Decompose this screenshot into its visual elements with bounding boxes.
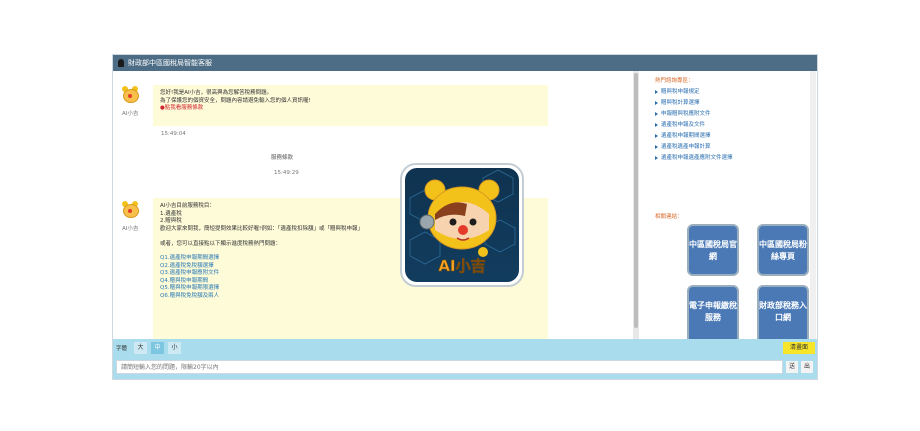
bot-icon xyxy=(118,59,124,67)
message-line: 您好!我是AI小吉，很高興為您解答稅務問題。 xyxy=(160,90,273,96)
logo-text: AI小吉 xyxy=(438,257,485,275)
related-links-title: 相關連結： xyxy=(655,214,683,220)
input-bar: 送 出 xyxy=(113,357,817,379)
link-tile-official-site[interactable]: 中區國稅局官網 xyxy=(687,224,739,276)
clear-screen-button[interactable]: 清畫面 xyxy=(783,342,815,354)
arrow-right-icon xyxy=(655,122,658,127)
font-small-button[interactable]: 小 xyxy=(168,342,181,354)
hot-topic-item[interactable]: 贈與稅計算選擇 xyxy=(655,98,700,106)
scrollbar-thumb[interactable] xyxy=(634,73,638,328)
font-size-label: 字體 xyxy=(116,346,128,352)
message-line: 為了保護您的個資安全，問題內容請避免輸入您的個人資訊喔! xyxy=(160,97,311,104)
arrow-right-icon xyxy=(655,155,658,160)
terms-link[interactable]: ●點我看服務條款 xyxy=(160,105,541,113)
bot-name: AI小吉 xyxy=(122,111,139,117)
hot-topic-item[interactable]: 申報贈與稅應附文件 xyxy=(655,109,711,117)
sidebar: 熱門諮詢專區： 贈與稅申報規定 贈與稅計算選擇 申報贈與稅應附文件 遺產稅申報及… xyxy=(639,71,817,339)
hot-topic-item[interactable]: 遺產稅申報期間選擇 xyxy=(655,131,711,139)
arrow-right-icon xyxy=(655,89,658,94)
chat-area[interactable]: AI小吉 您好!我是AI小吉，很高興為您解答稅務問題。 為了保護您的個資安全，問… xyxy=(113,71,633,339)
user-message: 服務條款 xyxy=(271,155,294,161)
link-tile-tax-portal[interactable]: 財政部稅務入口網 xyxy=(757,285,809,339)
hot-topic-item[interactable]: 贈與稅申報規定 xyxy=(655,87,700,95)
ai-mascot-logo: AI小吉 xyxy=(400,163,524,287)
font-large-button[interactable]: 大 xyxy=(134,342,147,354)
bot-avatar-icon xyxy=(121,201,139,218)
window-title: 財政部中區國稅局智能客服 xyxy=(128,59,212,67)
arrow-right-icon xyxy=(655,100,658,105)
timestamp: 15:49:29 xyxy=(274,170,299,176)
question-input[interactable] xyxy=(116,360,783,374)
font-medium-button[interactable]: 中 xyxy=(151,342,164,354)
sidebar-scrollbar[interactable] xyxy=(810,71,816,339)
mic-button[interactable]: 出 xyxy=(801,361,813,373)
hot-topics-title: 熱門諮詢專區： xyxy=(655,78,694,84)
arrow-right-icon xyxy=(655,133,658,138)
font-size-toolbar: 字體 大 中 小 清畫面 xyxy=(113,339,817,357)
link-tile-fan-page[interactable]: 中區國稅局粉絲專頁 xyxy=(757,224,809,276)
send-button[interactable]: 送 xyxy=(786,361,798,373)
timestamp: 15:49:04 xyxy=(161,131,186,137)
title-bar: 財政部中區國稅局智能客服 xyxy=(113,55,817,71)
bot-message-bubble: 您好!我是AI小吉，很高興為您解答稅務問題。 為了保護您的個資安全，問題內容請避… xyxy=(153,85,548,126)
link-tile-e-filing[interactable]: 電子申報繳稅服務 xyxy=(687,285,739,339)
arrow-right-icon xyxy=(655,111,658,116)
mascot-logo-icon: AI小吉 xyxy=(405,168,519,282)
faq-link[interactable]: Q6.贈與稅免稅額及兩人 xyxy=(160,293,541,301)
hot-topic-item[interactable]: 遺產稅申報遺產應附文件選擇 xyxy=(655,153,733,161)
bot-avatar-icon xyxy=(121,86,139,103)
arrow-right-icon xyxy=(655,144,658,149)
bot-name: AI小吉 xyxy=(122,226,139,232)
hot-topic-item[interactable]: 遺產稅申報及文件 xyxy=(655,120,705,128)
hot-topic-item[interactable]: 遺產稅遺產申報計算 xyxy=(655,142,711,150)
